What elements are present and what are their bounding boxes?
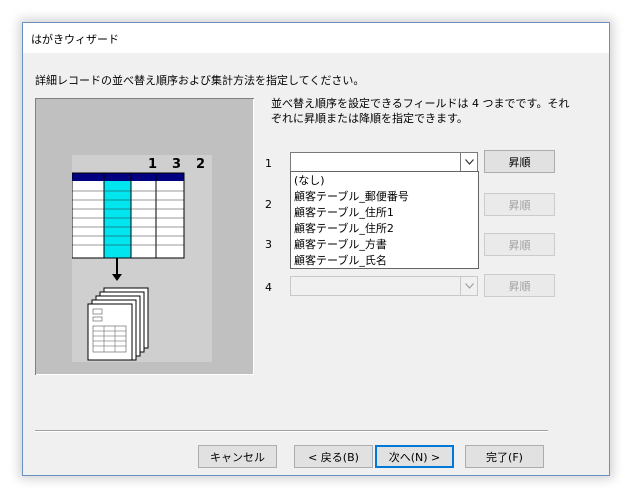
sort-order-4-button[interactable]: 昇順 <box>484 274 555 297</box>
sort-row-number: 1 <box>265 157 272 170</box>
sort-order-2-button[interactable]: 昇順 <box>484 193 555 216</box>
window-title: はがきウィザード <box>31 33 119 46</box>
preview-panel: 1 3 2 <box>35 98 254 375</box>
next-button[interactable]: 次へ(N) > <box>375 445 454 468</box>
cancel-button[interactable]: キャンセル <box>198 445 277 468</box>
dropdown-option[interactable]: 顧客テーブル_住所1 <box>291 205 478 221</box>
chevron-down-icon[interactable] <box>460 277 477 295</box>
sort-field-1-combo[interactable] <box>290 152 478 172</box>
sort-field-4-combo[interactable] <box>290 276 478 296</box>
dropdown-option[interactable]: 顧客テーブル_住所2 <box>291 221 478 237</box>
preview-illustration: 1 3 2 <box>72 155 212 362</box>
sort-order-3-button[interactable]: 昇順 <box>484 233 555 256</box>
finish-button[interactable]: 完了(F) <box>465 445 544 468</box>
dropdown-option[interactable]: (なし) <box>291 173 478 189</box>
sort-row-number: 4 <box>265 281 272 294</box>
chevron-down-icon[interactable] <box>460 153 477 171</box>
dropdown-option[interactable]: 顧客テーブル_郵便番号 <box>291 189 478 205</box>
sort-row-number: 3 <box>265 238 272 251</box>
instruction-text: 詳細レコードの並べ替え順序および集計方法を指定してください。 <box>35 74 365 87</box>
dropdown-option[interactable]: 顧客テーブル_方書 <box>291 237 478 253</box>
wizard-window: はがきウィザード 詳細レコードの並べ替え順序および集計方法を指定してください。 … <box>22 22 610 476</box>
sort-row-number: 2 <box>265 198 272 211</box>
title-bar[interactable]: はがきウィザード <box>23 23 609 53</box>
table-to-report-icon <box>72 172 185 361</box>
dropdown-option[interactable]: 顧客テーブル_氏名 <box>291 253 478 269</box>
sort-field-dropdown-list[interactable]: (なし) 顧客テーブル_郵便番号 顧客テーブル_住所1 顧客テーブル_住所2 顧… <box>290 171 479 269</box>
hint-text: 並べ替え順序を設定できるフィールドは 4 つまでです。それぞれに昇順または降順を… <box>271 97 570 125</box>
separator <box>35 430 548 432</box>
back-button[interactable]: < 戻る(B) <box>294 445 373 468</box>
sort-order-1-button[interactable]: 昇順 <box>484 150 555 173</box>
